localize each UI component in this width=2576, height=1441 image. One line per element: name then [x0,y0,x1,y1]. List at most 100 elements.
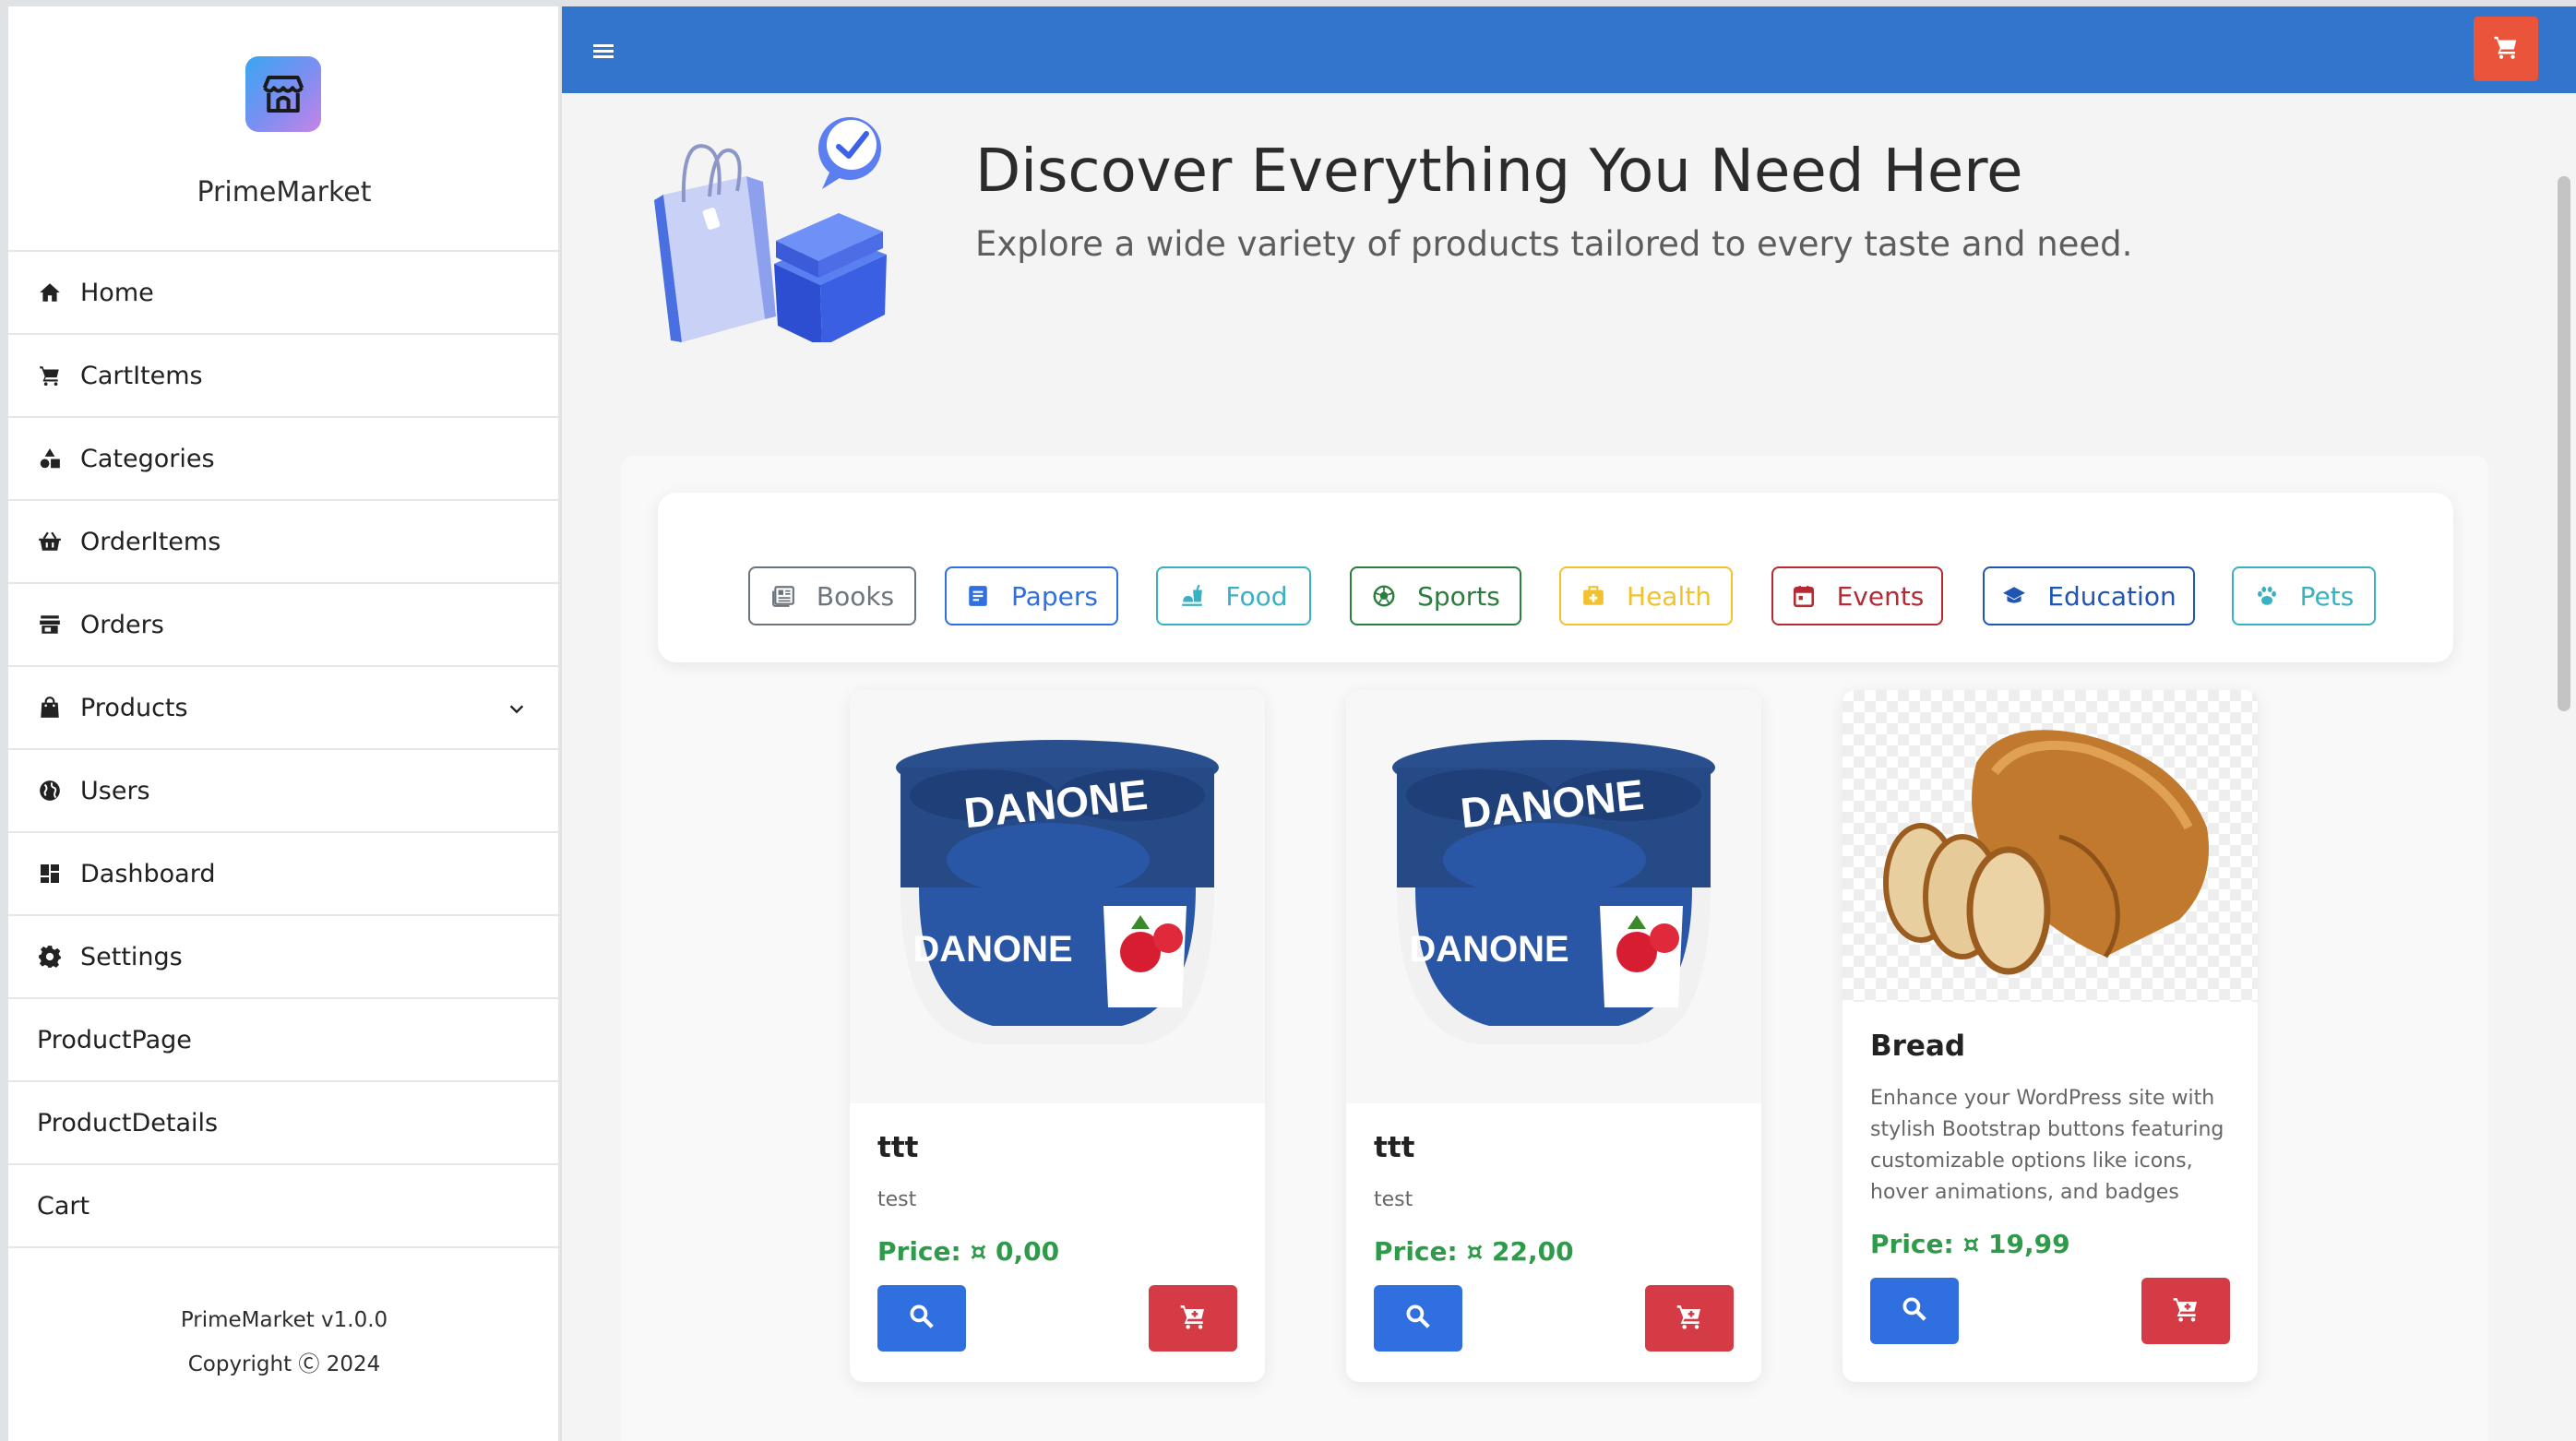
sidebar-item-orders[interactable]: Orders [8,584,560,667]
shapes-icon [36,445,64,472]
app-version: PrimeMarket v1.0.0 [180,1308,388,1332]
product-price: Price: ¤ 0,00 [877,1236,1060,1267]
sidebar-item-dashboard[interactable]: Dashboard [8,833,560,916]
brand-name: PrimeMarket [197,176,372,208]
hero-title: Discover Everything You Need Here [975,137,2023,206]
category-label: Events [1836,580,1925,612]
view-product-button[interactable] [877,1285,966,1352]
category-label: Books [816,580,895,612]
add-to-cart-button[interactable] [2141,1278,2230,1344]
paw-icon [2254,583,2280,609]
sidebar-item-label: Products [80,693,188,722]
view-product-button[interactable] [1374,1285,1462,1352]
category-pets-button[interactable]: Pets [2232,566,2376,625]
store-icon [36,611,64,638]
category-food-button[interactable]: Food [1156,566,1311,625]
view-product-button[interactable] [1870,1278,1959,1344]
bag-icon [36,694,64,721]
product-description: test [1374,1188,1413,1211]
newspaper-icon [770,583,796,609]
main-content: Discover Everything You Need Here Explor… [562,93,2576,1441]
food-icon [1179,583,1205,609]
sidebar-item-label: CartItems [80,361,203,390]
product-actions [1870,1278,2230,1344]
sidebar-item-label: OrderItems [80,527,221,556]
svg-text:DANONE: DANONE [1409,929,1568,970]
search-icon [1404,1303,1432,1334]
category-label: Food [1225,580,1288,612]
product-image[interactable]: DANONE DANONE [850,690,1265,1103]
sidebar-item-label: Users [80,776,150,805]
category-education-button[interactable]: Education [1983,566,2195,625]
product-image[interactable]: DANONE DANONE [1346,690,1761,1103]
product-price: Price: ¤ 22,00 [1374,1236,1574,1267]
add-to-cart-button[interactable] [1149,1285,1237,1352]
product-card-body: ttt test Price: ¤ 0,00 [850,1103,1265,1379]
product-name[interactable]: Bread [1870,1030,2230,1063]
sidebar-item-users[interactable]: Users [8,750,560,833]
product-card-body: Bread Enhance your WordPress site with s… [1843,1002,2258,1372]
globe-icon [36,777,64,804]
cart-button[interactable] [2474,17,2538,81]
sidebar-item-cartitems[interactable]: CartItems [8,335,560,418]
medkit-icon [1580,583,1606,609]
product-description: test [877,1188,917,1211]
sidebar-item-label: ProductDetails [37,1108,219,1137]
category-label: Health [1627,580,1711,612]
sidebar-nav: Home CartItems Categories OrderItems Ord… [8,252,560,1248]
graduation-cap-icon [2001,583,2027,609]
yogurt-pack-illustration: DANONE DANONE [896,740,1219,1044]
product-card: DANONE DANONE ttt test Price: ¤ 0,00 [850,690,1265,1382]
search-icon [1901,1295,1928,1327]
category-books-button[interactable]: Books [748,566,916,625]
chevron-down-icon[interactable] [507,697,527,726]
sidebar-item-label: ProductPage [37,1025,192,1054]
brand-section: PrimeMarket [8,6,558,252]
category-label: Sports [1417,580,1500,612]
sidebar-item-home[interactable]: Home [8,252,560,335]
category-sports-button[interactable]: Sports [1350,566,1521,625]
product-actions [877,1285,1237,1352]
search-icon [908,1303,936,1334]
product-card: DANONE DANONE ttt test Price: ¤ 22,00 [1346,690,1761,1382]
hamburger-menu-icon[interactable] [591,40,617,62]
hero-subtitle: Explore a wide variety of products tailo… [975,224,2133,264]
sidebar-item-products[interactable]: Products [8,667,560,750]
add-cart-icon [2171,1294,2200,1328]
sidebar-item-label: Dashboard [80,859,216,888]
store-logo-icon[interactable] [245,56,321,132]
sidebar-item-orderitems[interactable]: OrderItems [8,501,560,584]
product-card-body: ttt test Price: ¤ 22,00 [1346,1103,1761,1379]
category-events-button[interactable]: Events [1771,566,1943,625]
yogurt-pack-illustration: DANONE DANONE [1392,740,1715,1044]
product-image[interactable] [1843,690,2258,1002]
sidebar-item-cart[interactable]: Cart [8,1165,560,1248]
top-navbar [562,6,2576,93]
product-name[interactable]: ttt [1374,1131,1734,1164]
ball-icon [1371,583,1397,609]
svg-text:DANONE: DANONE [912,929,1072,970]
sidebar-item-settings[interactable]: Settings [8,916,560,999]
category-health-button[interactable]: Health [1559,566,1733,625]
product-name[interactable]: ttt [877,1131,1237,1164]
add-cart-icon [1178,1302,1208,1335]
sidebar-item-label: Categories [80,444,215,473]
cart-icon [36,362,64,389]
category-label: Education [2047,580,2176,612]
sidebar-item-productdetails[interactable]: ProductDetails [8,1082,560,1165]
sidebar-item-label: Settings [80,942,183,971]
product-card: Bread Enhance your WordPress site with s… [1843,690,2258,1382]
basket-icon [36,528,64,555]
category-papers-button[interactable]: Papers [945,566,1118,625]
sidebar-item-label: Orders [80,610,164,639]
product-actions [1374,1285,1734,1352]
bread-illustration [1883,730,2209,975]
sidebar-item-label: Home [80,278,154,307]
sidebar-item-productpage[interactable]: ProductPage [8,999,560,1082]
add-to-cart-button[interactable] [1645,1285,1734,1352]
sidebar-footer: PrimeMarket v1.0.0 Copyright Ⓒ 2024 [8,1298,560,1387]
scrollbar-thumb[interactable] [2558,176,2570,711]
calendar-icon [1791,583,1817,609]
sidebar-item-categories[interactable]: Categories [8,418,560,501]
product-price: Price: ¤ 19,99 [1870,1229,2070,1259]
